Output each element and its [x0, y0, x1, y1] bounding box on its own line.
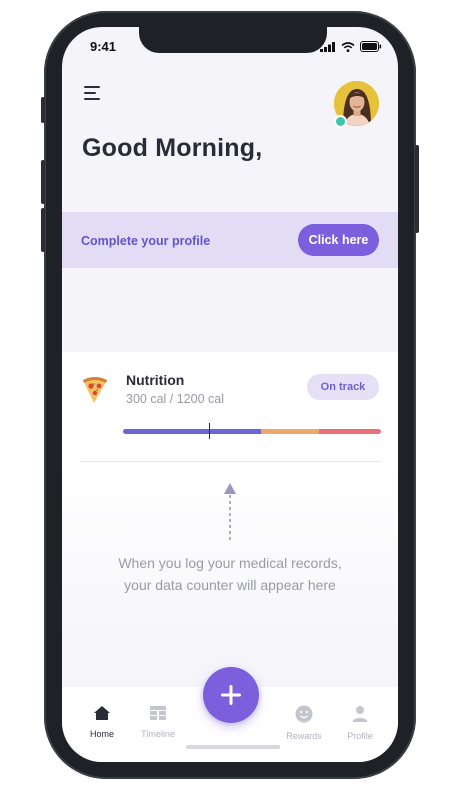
nutrition-title: Nutrition	[126, 372, 185, 388]
volume-down-button	[41, 208, 45, 252]
status-time: 9:41	[90, 39, 117, 54]
divider	[81, 461, 381, 462]
mute-switch	[41, 97, 45, 123]
tab-profile-label: Profile	[347, 731, 373, 741]
complete-profile-text: Complete your profile	[81, 234, 211, 248]
greeting-title: Good Morning,	[82, 134, 263, 162]
on-track-badge: On track	[307, 374, 379, 400]
nutrition-progress-bar	[123, 429, 381, 434]
home-icon	[94, 706, 110, 720]
home-indicator	[186, 745, 280, 749]
battery-icon	[360, 41, 382, 52]
bar-segment-moderate	[261, 429, 319, 434]
tab-rewards[interactable]: Rewards	[274, 705, 334, 741]
pizza-icon	[83, 377, 107, 403]
tab-timeline[interactable]: Timeline	[128, 705, 188, 739]
bar-segment-intake	[123, 429, 261, 434]
add-button[interactable]	[203, 667, 259, 723]
nutrition-calories: 300 cal / 1200 cal	[126, 392, 224, 406]
bar-marker	[209, 423, 210, 439]
online-status-dot	[334, 115, 347, 128]
menu-icon[interactable]	[84, 86, 102, 100]
wifi-icon	[341, 41, 355, 52]
tab-profile[interactable]: Profile	[330, 705, 390, 741]
tab-home-label: Home	[89, 729, 114, 739]
complete-profile-banner: Complete your profile Click here	[62, 212, 398, 268]
click-here-button[interactable]: Click here	[298, 224, 379, 256]
grid-list-icon	[150, 706, 166, 720]
user-icon	[352, 706, 368, 722]
power-button	[415, 145, 419, 233]
smiley-icon	[295, 705, 313, 723]
empty-state-message: When you log your medical records, your …	[118, 555, 342, 593]
nutrition-card: Nutrition 300 cal / 1200 cal On track Wh…	[62, 352, 398, 692]
app-screen: 9:41 Good Morning, Complete your profile…	[62, 27, 398, 762]
tab-rewards-label: Rewards	[286, 731, 322, 741]
volume-up-button	[41, 160, 45, 204]
tab-timeline-label: Timeline	[141, 729, 175, 739]
bar-segment-high	[319, 429, 381, 434]
notch	[139, 27, 327, 53]
tab-home[interactable]: Home	[72, 705, 132, 739]
plus-icon	[221, 685, 241, 705]
arrow-up-icon	[224, 483, 236, 540]
signal-icon	[320, 41, 335, 52]
status-icons	[320, 41, 382, 52]
